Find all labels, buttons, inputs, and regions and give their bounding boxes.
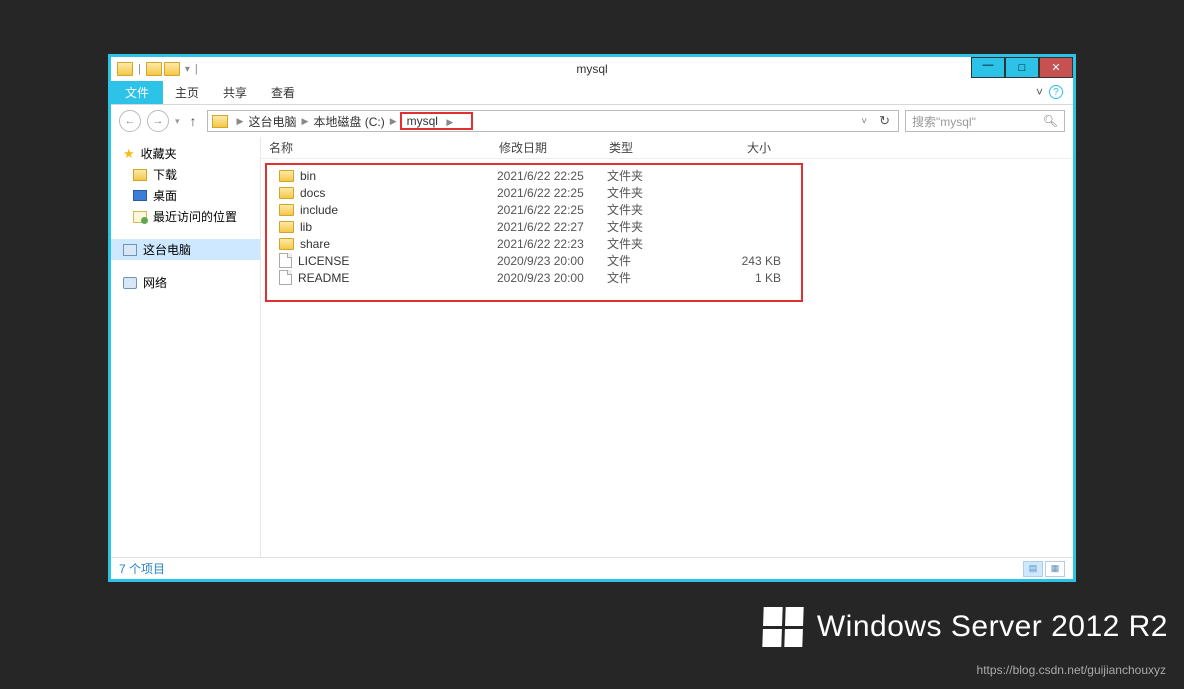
breadcrumb-item[interactable]: 本地磁盘 (C:) [313,113,384,130]
file-name: LICENSE [298,254,349,268]
file-date: 2020/9/23 20:00 [497,271,607,285]
file-explorer-window: | ▾ | mysql — □ ✕ 文件 主页 共享 查看 ˅ ? ← → ▾ … [108,54,1076,582]
folder-icon [279,187,294,199]
search-icon: 🔍︎ [1043,114,1058,128]
file-name: share [300,237,330,251]
main-area: ★ 收藏夹 下载 桌面 最近访问的位置 [111,137,1073,557]
windows-logo-icon [762,607,803,647]
chevron-right-icon: ▶ [232,116,249,127]
file-row[interactable]: bin 2021/6/22 22:25文件夹 [267,167,801,184]
file-row[interactable]: lib 2021/6/22 22:27文件夹 [267,218,801,235]
up-button[interactable]: ↑ [186,113,201,129]
os-name: Windows Server 2012 R2 [817,610,1168,644]
file-type: 文件夹 [607,167,697,184]
help-icon[interactable]: ? [1049,85,1063,99]
maximize-button[interactable]: □ [1005,57,1039,78]
file-row[interactable]: include 2021/6/22 22:25文件夹 [267,201,801,218]
watermark: https://blog.csdn.net/guijianchouxyz [977,663,1166,677]
file-type: 文件夹 [607,218,697,235]
file-date: 2021/6/22 22:25 [497,203,607,217]
refresh-icon[interactable]: ↻ [875,113,894,129]
navigation-pane: ★ 收藏夹 下载 桌面 最近访问的位置 [111,137,261,557]
minimize-button[interactable]: — [971,57,1005,78]
view-switcher: ▤ ▦ [1023,561,1065,577]
desktop-icon [133,190,147,201]
ribbon: 文件 主页 共享 查看 ˅ ? [111,81,1073,105]
folder-icon [279,204,294,216]
sidebar-recent[interactable]: 最近访问的位置 [111,206,260,227]
file-date: 2021/6/22 22:27 [497,220,607,234]
file-row[interactable]: docs 2021/6/22 22:25文件夹 [267,184,801,201]
file-date: 2020/9/23 20:00 [497,254,607,268]
breadcrumb-item[interactable]: 这台电脑 [248,113,296,130]
file-row[interactable]: share 2021/6/22 22:23文件夹 [267,235,801,252]
file-size: 243 KB [697,254,781,268]
folder-icon [279,238,294,250]
dropdown-icon[interactable]: ˅ [853,116,875,127]
sidebar-downloads[interactable]: 下载 [111,164,260,185]
tab-view[interactable]: 查看 [259,81,307,104]
breadcrumb[interactable]: ▶ 这台电脑 ▶ 本地磁盘 (C:) ▶ mysql ▶ ˅ ↻ [207,110,899,132]
column-headers: 名称 修改日期 类型 大小 [261,137,1073,159]
history-dropdown-icon[interactable]: ▾ [175,116,180,127]
file-name: include [300,203,338,217]
file-type: 文件夹 [607,235,697,252]
file-type: 文件夹 [607,201,697,218]
os-branding: Windows Server 2012 R2 [763,607,1168,647]
breadcrumb-item-highlighted[interactable]: mysql ▶ [400,112,474,130]
sidebar-network[interactable]: 网络 [111,272,260,293]
titlebar: | ▾ | mysql — □ ✕ [111,57,1073,81]
window-title: mysql [111,62,1073,76]
computer-icon [123,244,137,256]
folder-icon [279,170,294,182]
view-details-button[interactable]: ▤ [1023,561,1043,577]
file-name: docs [300,186,325,200]
col-date[interactable]: 修改日期 [491,139,601,156]
statusbar: 7 个项目 ▤ ▦ [111,557,1073,579]
file-row[interactable]: LICENSE 2020/9/23 20:00文件243 KB [267,252,801,269]
search-input[interactable]: 搜索"mysql" 🔍︎ [905,110,1065,132]
folder-icon [279,221,294,233]
file-date: 2021/6/22 22:25 [497,169,607,183]
file-date: 2021/6/22 22:23 [497,237,607,251]
chevron-right-icon: ▶ [441,117,453,127]
back-button[interactable]: ← [119,110,141,132]
sidebar-favorites[interactable]: ★ 收藏夹 [111,143,260,164]
file-name: bin [300,169,316,183]
tab-share[interactable]: 共享 [211,81,259,104]
file-icon [279,270,292,285]
file-type: 文件 [607,269,697,286]
file-date: 2021/6/22 22:25 [497,186,607,200]
file-icon [279,253,292,268]
view-icons-button[interactable]: ▦ [1045,561,1065,577]
file-type: 文件夹 [607,184,697,201]
file-row[interactable]: README 2020/9/23 20:00文件1 KB [267,269,801,286]
file-list-highlighted: bin2021/6/22 22:25文件夹docs2021/6/22 22:25… [265,163,803,302]
network-icon [123,277,137,289]
recent-icon [133,211,147,223]
col-type[interactable]: 类型 [601,139,691,156]
tab-home[interactable]: 主页 [163,81,211,104]
window-controls: — □ ✕ [971,57,1073,78]
close-button[interactable]: ✕ [1039,57,1073,78]
chevron-right-icon: ▶ [296,116,313,127]
item-count: 7 个项目 [119,560,165,577]
search-placeholder: 搜索"mysql" [912,113,976,130]
ribbon-expand-icon[interactable]: ˅ [1036,85,1043,99]
navigation-bar: ← → ▾ ↑ ▶ 这台电脑 ▶ 本地磁盘 (C:) ▶ mysql ▶ ˅ ↻… [111,105,1073,137]
file-list-area: 名称 修改日期 类型 大小 bin2021/6/22 22:25文件夹docs2… [261,137,1073,557]
file-size: 1 KB [697,271,781,285]
sidebar-desktop[interactable]: 桌面 [111,185,260,206]
star-icon: ★ [123,146,135,162]
col-name[interactable]: 名称 [261,139,491,156]
file-type: 文件 [607,252,697,269]
sidebar-this-pc[interactable]: 这台电脑 [111,239,260,260]
file-tab[interactable]: 文件 [111,81,163,104]
forward-button[interactable]: → [147,110,169,132]
file-name: lib [300,220,312,234]
col-size[interactable]: 大小 [691,139,781,156]
folder-icon [133,169,147,181]
folder-icon [212,115,228,128]
file-name: README [298,271,349,285]
